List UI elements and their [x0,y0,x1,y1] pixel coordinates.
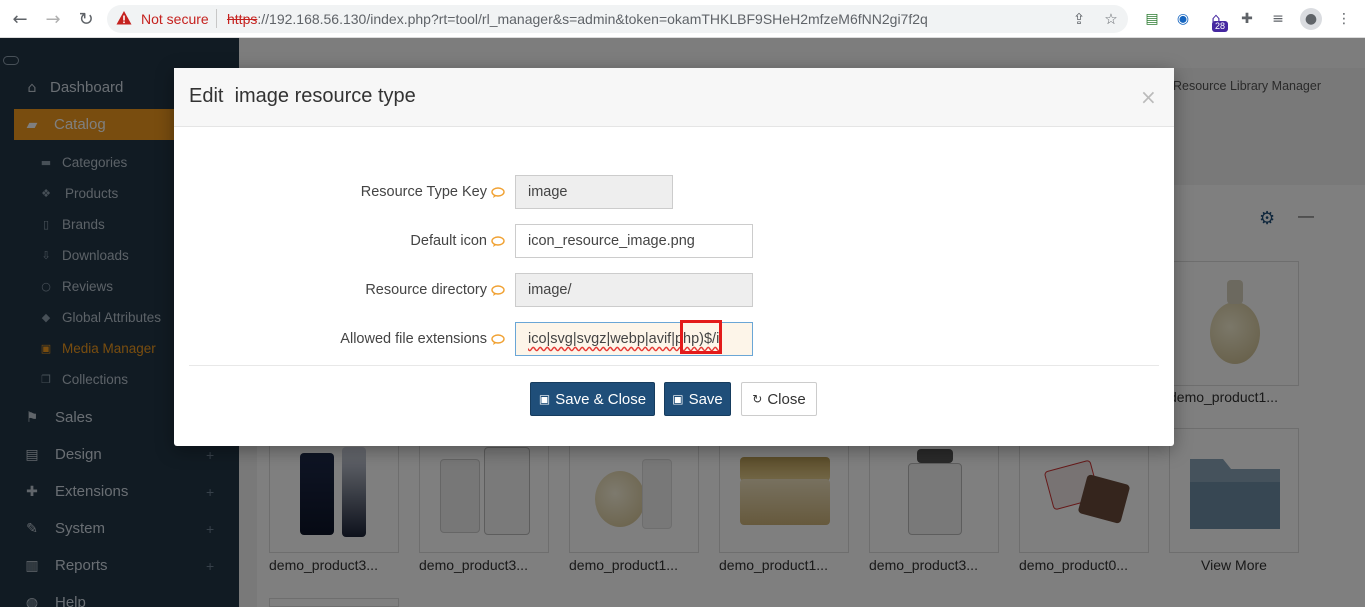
browser-toolbar: ← → ↻ Not secure https://192.168.56.130/… [0,0,1365,38]
not-secure-label[interactable]: Not secure [141,11,209,27]
url-path: ://192.168.56.130/index.php?rt=tool/rl_m… [257,11,928,27]
save-button[interactable]: ▣ Save [664,382,731,416]
extension-sheet-icon[interactable]: ▤ [1142,9,1162,29]
modal-header: Edit image resource type × [174,68,1174,127]
default-icon-label: Default icon [410,233,487,249]
default-icon-field[interactable]: icon_resource_image.png [515,224,753,258]
url-text[interactable]: https://192.168.56.130/index.php?rt=tool… [227,11,928,27]
annotation-highlight-box [680,320,722,354]
omnibox-divider [216,9,217,28]
save-and-close-label: Save & Close [555,390,647,408]
extension-globe-icon[interactable]: ◉ [1173,9,1193,29]
forward-arrow-icon[interactable]: → [41,7,65,31]
save-label: Save [688,390,723,408]
close-button[interactable]: ↻ Close [741,382,817,416]
help-comment-icon[interactable] [491,236,505,247]
browser-menu-icon[interactable]: ⋮ [1334,9,1354,29]
extensions-puzzle-icon[interactable]: ✚ [1237,9,1257,29]
allowed-file-extensions-label: Allowed file extensions [340,331,487,347]
modal-footer-divider [189,365,1159,366]
edit-resource-type-modal: Edit image resource type × Resource Type… [174,68,1174,446]
profile-avatar-icon[interactable]: ● [1300,8,1322,30]
back-arrow-icon[interactable]: ← [8,7,32,31]
save-icon: ▣ [672,392,684,406]
url-scheme: https [227,11,258,27]
share-icon[interactable]: ⇪ [1070,10,1088,28]
save-and-close-button[interactable]: ▣ Save & Close [530,382,655,416]
help-comment-icon[interactable] [491,187,505,198]
warning-icon [116,11,132,25]
star-icon[interactable]: ☆ [1102,10,1120,28]
reload-icon[interactable]: ↻ [74,7,98,31]
close-icon[interactable]: × [1140,85,1157,109]
resource-directory-label: Resource directory [365,282,487,298]
close-label: Close [767,390,806,408]
resource-directory-field[interactable]: image/ [515,273,753,307]
resource-type-key-field[interactable]: image [515,175,673,209]
help-comment-icon[interactable] [491,334,505,345]
resource-type-key-label: Resource Type Key [360,184,487,200]
help-comment-icon[interactable] [491,285,505,296]
extension-badge: 28 [1212,21,1229,32]
refresh-icon: ↻ [752,392,763,406]
media-queue-icon[interactable]: ≡ [1268,9,1288,29]
modal-title: Edit image resource type [189,85,416,107]
save-icon: ▣ [538,392,551,406]
